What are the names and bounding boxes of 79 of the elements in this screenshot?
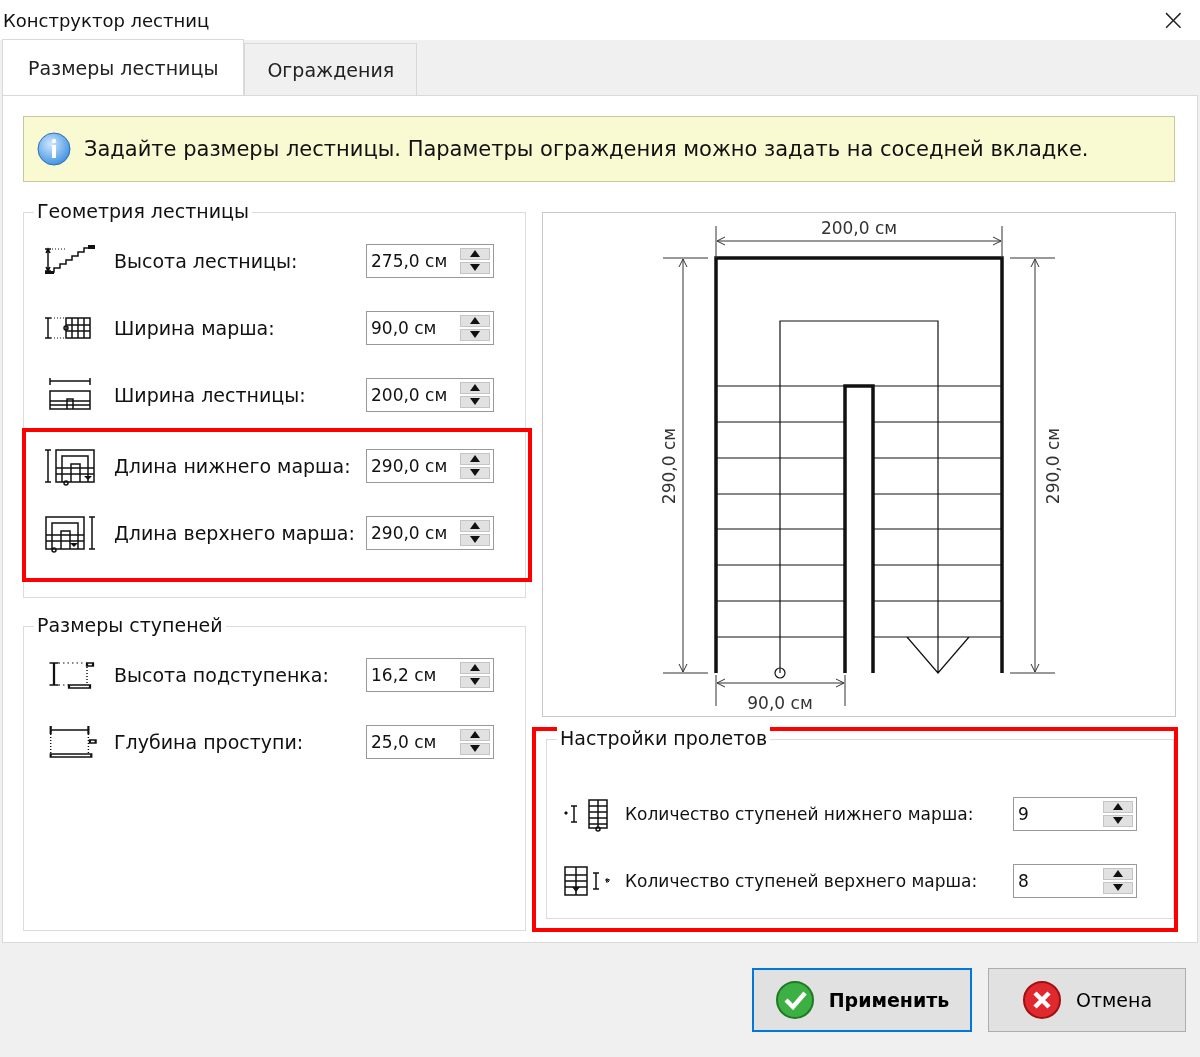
field-label: Длина нижнего марша:: [114, 454, 352, 477]
spin-down-button[interactable]: [460, 466, 490, 479]
up-arrow-icon: [470, 317, 480, 324]
up-arrow-icon: [470, 455, 480, 462]
dimension-label: 290,0 см: [659, 427, 679, 505]
spin-up-button[interactable]: [460, 381, 490, 394]
down-arrow-icon: [1113, 817, 1123, 824]
spin-up-button[interactable]: [460, 247, 490, 260]
spin-up-button[interactable]: [460, 452, 490, 465]
spin-down-button[interactable]: [460, 742, 490, 755]
spin-value: 290,0 см: [371, 522, 449, 543]
spin-value: 9: [1018, 803, 1030, 824]
up-arrow-icon: [470, 522, 480, 529]
field-label: Длина верхнего марша:: [114, 521, 356, 544]
tab[interactable]: Ограждения: [244, 43, 418, 95]
down-arrow-icon: [470, 745, 480, 752]
field-label: Высота лестницы:: [114, 249, 299, 272]
cross-icon: [1021, 980, 1062, 1020]
tab[interactable]: Размеры лестницы: [2, 39, 245, 95]
info-text: Задайте размеры лестницы. Параметры ограждения можно задать на соседней вкладке.: [84, 137, 1089, 161]
spin-down-button[interactable]: [460, 533, 490, 546]
spin-up-button[interactable]: [460, 519, 490, 532]
spin-box[interactable]: 290,0 см: [366, 448, 494, 483]
spin-value: 25,0 см: [371, 731, 438, 752]
spin-down-button[interactable]: [460, 675, 490, 688]
field-label: Глубина проступи:: [114, 730, 305, 753]
spin-box[interactable]: 8: [1013, 863, 1137, 898]
spin-value: 200,0 см: [371, 384, 449, 405]
spin-box[interactable]: 90,0 см: [366, 310, 494, 345]
spin-value: 275,0 см: [371, 250, 449, 271]
group-title: Настройки пролетов: [557, 727, 771, 749]
spin-up-button[interactable]: [1103, 867, 1133, 880]
spin-value: 8: [1018, 870, 1030, 891]
field-label: Количество ступеней нижнего марша:: [625, 803, 975, 824]
down-arrow-icon: [470, 536, 480, 543]
spin-up-button[interactable]: [460, 314, 490, 327]
down-arrow-icon: [470, 331, 480, 338]
dimension-label: 200,0 см: [820, 218, 898, 238]
spin-value: 16,2 см: [371, 664, 438, 685]
spin-box[interactable]: 290,0 см: [366, 515, 494, 550]
dimension-label: 290,0 см: [1043, 427, 1063, 505]
spin-box[interactable]: 275,0 см: [366, 243, 494, 278]
up-arrow-icon: [470, 664, 480, 671]
group-title: Размеры ступеней: [34, 614, 226, 636]
spin-value: 90,0 см: [371, 317, 438, 338]
spin-down-button[interactable]: [460, 395, 490, 408]
down-arrow-icon: [1113, 884, 1123, 891]
dimension-label: 90,0 см: [747, 693, 813, 713]
spin-down-button[interactable]: [460, 328, 490, 341]
spin-box[interactable]: 25,0 см: [366, 724, 494, 759]
up-arrow-icon: [470, 250, 480, 257]
spin-up-button[interactable]: [460, 728, 490, 741]
spin-value: 290,0 см: [371, 455, 449, 476]
down-arrow-icon: [470, 398, 480, 405]
apply-button[interactable]: Применить: [752, 968, 972, 1032]
down-arrow-icon: [470, 469, 480, 476]
info-icon: [36, 131, 72, 167]
field-label: Ширина марша:: [114, 316, 276, 339]
close-button[interactable]: ×: [1156, 5, 1190, 35]
spin-down-button[interactable]: [1103, 814, 1133, 827]
spin-up-button[interactable]: [460, 661, 490, 674]
up-arrow-icon: [470, 731, 480, 738]
field-label: Ширина лестницы:: [114, 383, 307, 406]
down-arrow-icon: [470, 264, 480, 271]
spin-box[interactable]: 200,0 см: [366, 377, 494, 412]
spin-down-button[interactable]: [460, 261, 490, 274]
up-arrow-icon: [1113, 870, 1123, 877]
cancel-button[interactable]: Отмена: [988, 968, 1186, 1032]
spin-down-button[interactable]: [1103, 881, 1133, 894]
up-arrow-icon: [1113, 803, 1123, 810]
down-arrow-icon: [470, 678, 480, 685]
field-label: Высота подступенка:: [114, 663, 330, 686]
check-icon: [774, 980, 815, 1020]
spin-up-button[interactable]: [1103, 800, 1133, 813]
spin-box[interactable]: 16,2 см: [366, 657, 494, 692]
up-arrow-icon: [470, 384, 480, 391]
spin-box[interactable]: 9: [1013, 796, 1137, 831]
window-title: Конструктор лестниц: [3, 9, 210, 31]
field-label: Количество ступеней верхнего марша:: [625, 870, 979, 891]
